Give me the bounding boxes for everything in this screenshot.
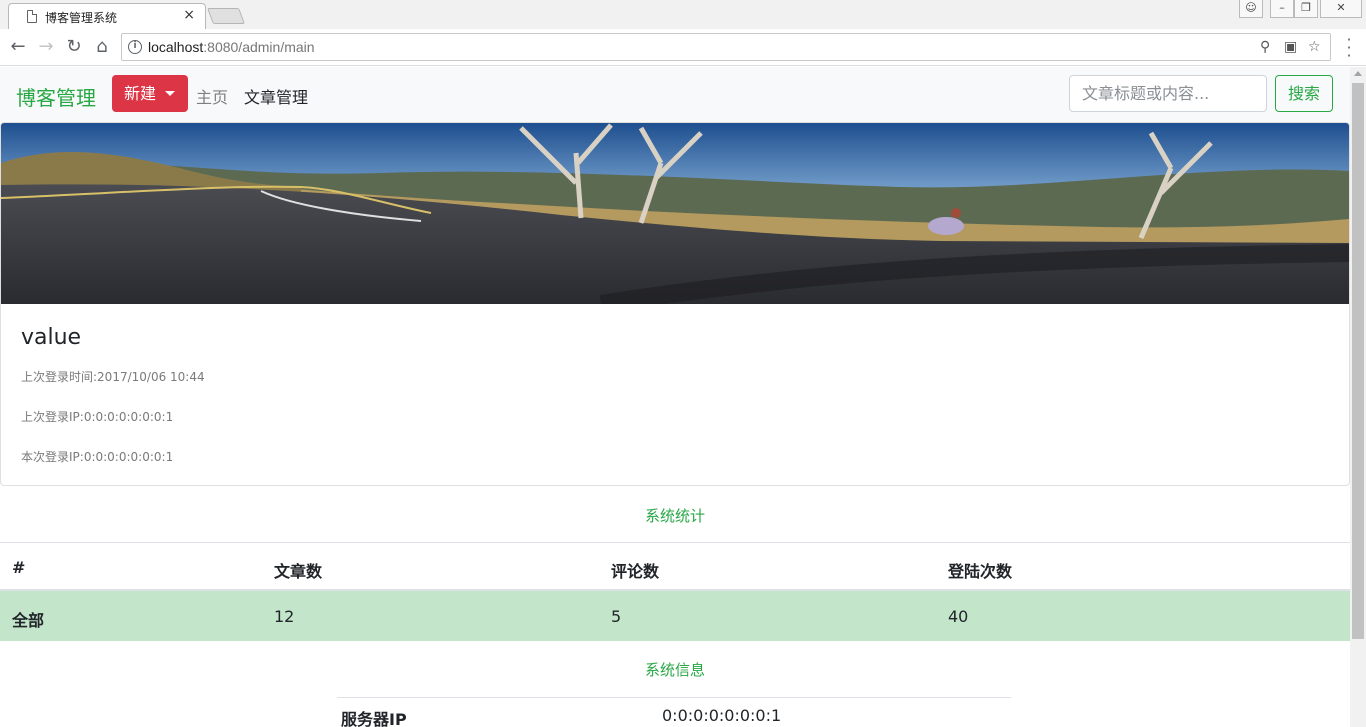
table-cell: 5 [611, 607, 622, 626]
minimize-icon[interactable]: – [1270, 0, 1294, 18]
browser-menu-icon[interactable]: · · · [1342, 32, 1356, 64]
new-dropdown-button[interactable]: 新建 [112, 75, 188, 112]
table-header-row: # 文章数 评论数 登陆次数 [0, 542, 1350, 591]
table-cell: 40 [948, 607, 969, 626]
top-navbar: 博客管理 新建 主页 文章管理 搜索 [0, 67, 1350, 122]
table-header-cell: 文章数 [274, 562, 323, 581]
url-path: :8080/admin/main [203, 39, 315, 55]
page-scrollbar[interactable] [1350, 67, 1366, 727]
table-row: 全部 12 5 40 [0, 591, 1350, 641]
forward-icon[interactable]: → [34, 35, 58, 59]
stats-section-title: 系统统计 [644, 507, 705, 525]
back-icon[interactable]: ← [6, 35, 30, 59]
new-tab-button[interactable] [207, 8, 245, 24]
page-viewport: 博客管理 新建 主页 文章管理 搜索 [0, 67, 1350, 727]
url-host: localhost [148, 39, 204, 55]
table-cell: 12 [274, 607, 295, 626]
current-login-ip: 本次登录IP:0:0:0:0:0:0:0:1 [21, 450, 174, 464]
address-bar[interactable]: i localhost:8080/admin/main ⚲ ▣ ☆ [121, 33, 1331, 61]
table-header-cell: 登陆次数 [948, 562, 1013, 581]
nav-home[interactable]: 主页 [196, 84, 228, 108]
system-info-section-title: 系统信息 [644, 661, 705, 679]
star-icon[interactable]: ☆ [1308, 39, 1321, 55]
system-info-table: 服务器IP 0:0:0:0:0:0:0:1 [337, 697, 1011, 727]
server-ip-value: 0:0:0:0:0:0:0:1 [662, 706, 782, 725]
new-button-label: 新建 [124, 84, 157, 103]
browser-tab[interactable]: 博客管理系统 × [8, 3, 206, 29]
tab-title: 博客管理系统 [45, 11, 118, 25]
scroll-up-icon[interactable] [1354, 71, 1362, 76]
info-icon[interactable]: i [128, 40, 142, 54]
document-icon [27, 10, 37, 23]
search-button[interactable]: 搜索 [1275, 75, 1333, 112]
nav-articles[interactable]: 文章管理 [244, 84, 308, 108]
search-input[interactable] [1069, 75, 1267, 112]
server-ip-label: 服务器IP [341, 710, 407, 727]
table-cell: 全部 [12, 611, 45, 630]
last-login-time: 上次登录时间:2017/10/06 10:44 [21, 370, 205, 384]
browser-tabstrip: 博客管理系统 × ☺ – ❐ ✕ [0, 0, 1366, 29]
caret-down-icon [165, 91, 175, 96]
scrollbar-thumb[interactable] [1352, 83, 1364, 639]
profile-icon[interactable]: ☺ [1239, 0, 1263, 18]
brand-link[interactable]: 博客管理 [16, 82, 96, 111]
key-icon[interactable]: ⚲ [1260, 39, 1270, 55]
browser-toolbar: ← → ↻ ⌂ i localhost:8080/admin/main ⚲ ▣ … [0, 29, 1366, 66]
translate-icon[interactable]: ▣ [1284, 39, 1297, 55]
table-header-cell: 评论数 [611, 562, 660, 581]
last-login-ip: 上次登录IP:0:0:0:0:0:0:0:1 [21, 410, 174, 424]
table-header-cell: # [12, 558, 26, 577]
url-text: localhost:8080/admin/main [148, 39, 315, 55]
tab-close-icon[interactable]: × [183, 7, 195, 23]
restore-icon[interactable]: ❐ [1294, 0, 1318, 18]
home-icon[interactable]: ⌂ [90, 35, 114, 59]
profile-name: value [21, 325, 82, 350]
window-close-icon[interactable]: ✕ [1320, 0, 1362, 18]
profile-card: value 上次登录时间:2017/10/06 10:44 上次登录IP:0:0… [0, 122, 1350, 486]
reload-icon[interactable]: ↻ [62, 35, 86, 59]
banner-image [1, 123, 1349, 304]
